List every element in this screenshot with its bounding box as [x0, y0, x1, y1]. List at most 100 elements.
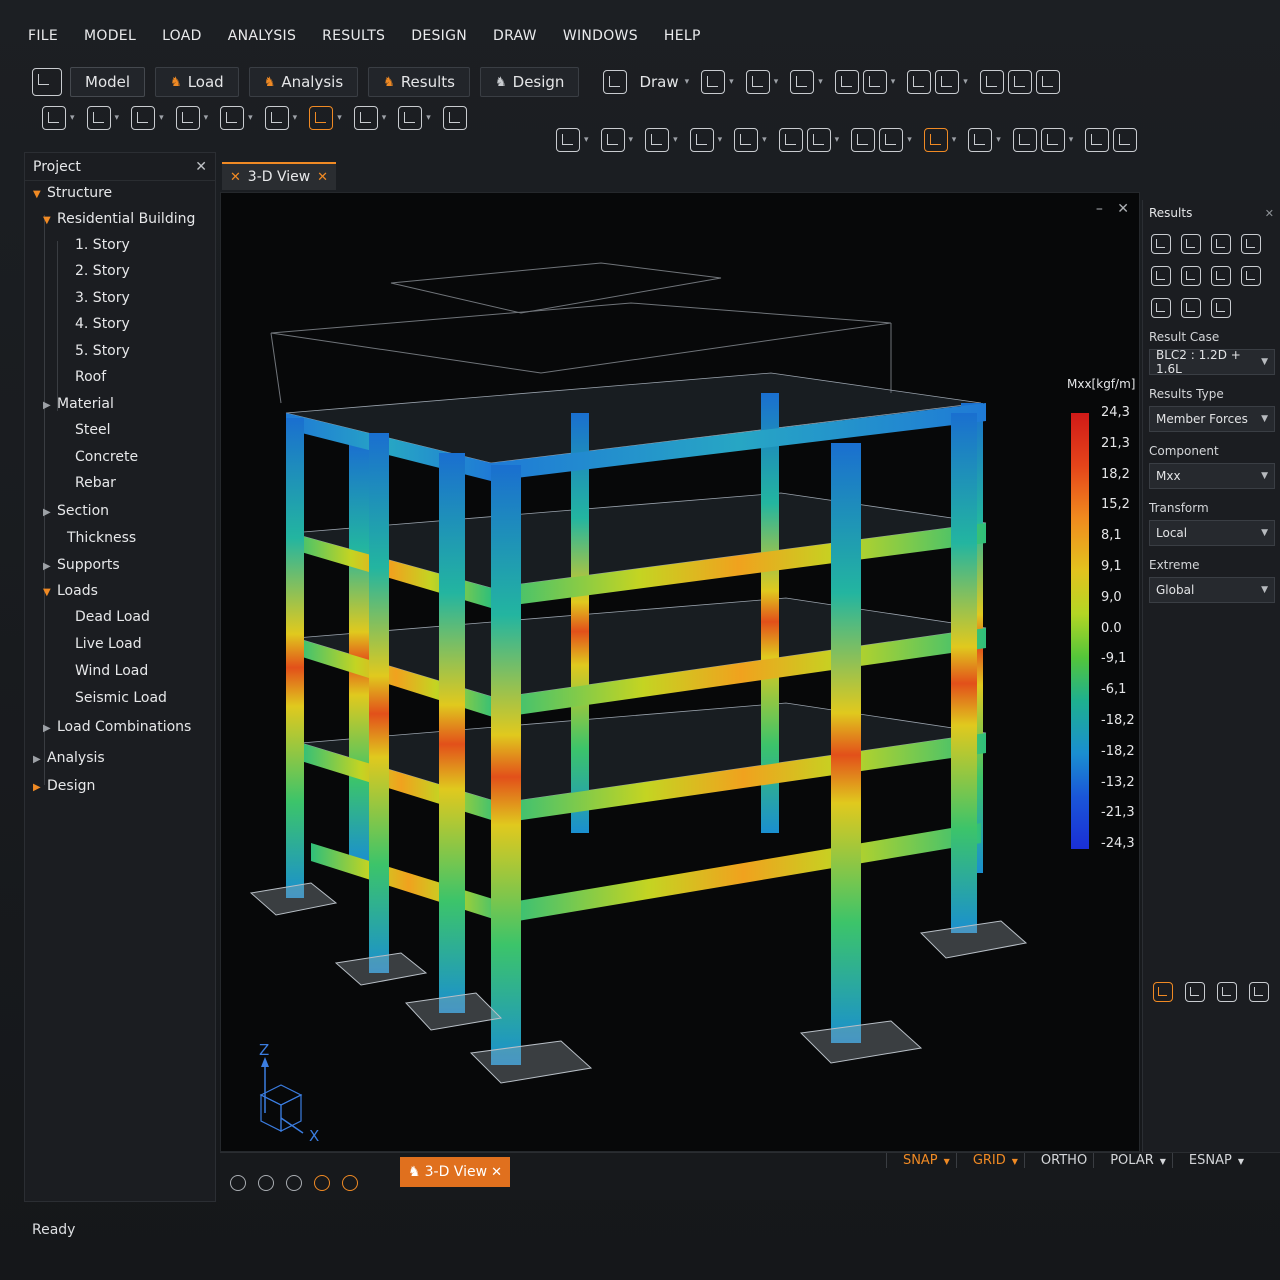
chevron-down-icon[interactable]: ▾: [963, 77, 968, 87]
tool-icon[interactable]: [1085, 128, 1110, 152]
menu-file[interactable]: FILE: [28, 26, 58, 56]
menu-design[interactable]: DESIGN: [411, 26, 467, 56]
component-select[interactable]: Mxx ▼: [1149, 463, 1275, 489]
close-icon[interactable]: ✕: [491, 1165, 502, 1180]
animate-icon[interactable]: [1211, 298, 1231, 318]
extreme-select[interactable]: Global ▼: [1149, 577, 1275, 603]
move-icon[interactable]: [398, 106, 423, 130]
load-tool-icon[interactable]: [309, 106, 334, 130]
close-icon[interactable]: ✕: [1265, 207, 1274, 220]
tool-icon[interactable]: [790, 70, 815, 94]
tree-item-roof[interactable]: Roof: [75, 369, 106, 385]
tool-icon[interactable]: [923, 128, 948, 152]
tool-icon[interactable]: [834, 70, 859, 94]
tool-icon[interactable]: [935, 70, 960, 94]
tool-icon[interactable]: [1007, 70, 1032, 94]
chevron-down-icon[interactable]: ▾: [1069, 135, 1074, 145]
menu-draw[interactable]: DRAW: [493, 26, 537, 56]
table-icon[interactable]: [1241, 266, 1261, 286]
tool-icon[interactable]: [968, 128, 993, 152]
view-cube-icon[interactable]: [342, 1175, 358, 1191]
menu-help[interactable]: HELP: [664, 26, 701, 56]
chevron-down-icon[interactable]: ▾: [762, 135, 767, 145]
chevron-down-icon[interactable]: ▾: [835, 135, 840, 145]
tree-item-wind-load[interactable]: Wind Load: [75, 663, 148, 679]
tree-item-concrete[interactable]: Concrete: [75, 449, 138, 465]
chevron-down-icon[interactable]: ▾: [115, 113, 120, 123]
chevron-down-icon[interactable]: ▾: [248, 113, 253, 123]
tree-item-dead-load[interactable]: Dead Load: [75, 609, 150, 625]
tool-icon[interactable]: [600, 128, 625, 152]
module-tab-analysis[interactable]: ♞ Analysis: [248, 67, 359, 97]
tool-icon[interactable]: [556, 128, 580, 152]
orbit-icon[interactable]: [230, 1175, 246, 1191]
module-tab-model[interactable]: Model: [70, 67, 146, 97]
close-icon[interactable]: ✕: [1117, 201, 1129, 217]
minimize-icon[interactable]: –: [1096, 201, 1103, 217]
tab-3d-view[interactable]: ✕ 3-D View ✕: [222, 162, 336, 190]
filter-icon[interactable]: [1249, 982, 1269, 1002]
menu-load[interactable]: LOAD: [162, 26, 202, 56]
column-icon[interactable]: [175, 106, 200, 130]
esnap-toggle[interactable]: ESNAP ▼: [1171, 1153, 1250, 1168]
draw-dropdown-icon[interactable]: ▾: [685, 77, 690, 87]
grid-toggle[interactable]: GRID ▼: [955, 1153, 1024, 1168]
transform-select[interactable]: Local ▼: [1149, 520, 1275, 546]
menu-analysis[interactable]: ANALYSIS: [228, 26, 296, 56]
tree-item-story-2[interactable]: 2. Story: [75, 263, 130, 279]
tree-item-story-1[interactable]: 1. Story: [75, 237, 130, 253]
chevron-down-icon[interactable]: ▾: [293, 113, 298, 123]
chevron-down-icon[interactable]: ▾: [907, 135, 912, 145]
tool-icon[interactable]: [734, 128, 759, 152]
tool-icon[interactable]: [1113, 128, 1138, 152]
fit-view-icon[interactable]: [314, 1175, 330, 1191]
tool-icon[interactable]: [862, 70, 887, 94]
mode-shape-icon[interactable]: [1211, 266, 1231, 286]
module-tab-results[interactable]: ♞ Results: [368, 67, 470, 97]
rotate-icon[interactable]: [442, 106, 467, 130]
tree-item-supports[interactable]: ▶ Supports: [43, 557, 120, 573]
stress-icon[interactable]: [1241, 234, 1261, 254]
tree-item-thickness[interactable]: Thickness: [67, 530, 136, 546]
plate-icon[interactable]: [220, 106, 245, 130]
member-force-icon[interactable]: [1211, 234, 1231, 254]
tool-icon[interactable]: [879, 128, 904, 152]
reaction-icon[interactable]: [1181, 234, 1201, 254]
module-tab-load[interactable]: ♞ Load: [155, 67, 239, 97]
module-tab-design[interactable]: ♞ Design: [479, 67, 580, 97]
result-case-select[interactable]: BLC2 : 1.2D + 1.6L ▼: [1149, 348, 1275, 376]
chevron-down-icon[interactable]: ▾: [159, 113, 164, 123]
tree-item-story-4[interactable]: 4. Story: [75, 316, 130, 332]
tool-icon[interactable]: [645, 128, 670, 152]
chevron-down-icon[interactable]: ▾: [818, 77, 823, 87]
tree-item-analysis[interactable]: ▶ Analysis: [33, 750, 105, 766]
snap-toggle[interactable]: SNAP ▼: [885, 1153, 956, 1168]
diagram-icon[interactable]: [1181, 266, 1201, 286]
3d-viewport[interactable]: – ✕ Mxx[kgf/m] 24,3 21,3 18,2 15,2 8,1 9…: [220, 192, 1140, 1152]
menu-windows[interactable]: WINDOWS: [563, 26, 638, 56]
tool-icon[interactable]: [701, 70, 726, 94]
tree-item-loads[interactable]: ▼ Loads: [43, 583, 98, 599]
pan-icon[interactable]: [258, 1175, 274, 1191]
tool-icon[interactable]: [745, 70, 770, 94]
tool-icon[interactable]: [907, 70, 932, 94]
tool-icon[interactable]: [979, 70, 1004, 94]
tree-item-section[interactable]: ▶ Section: [43, 503, 109, 519]
chevron-down-icon[interactable]: ▾: [891, 77, 896, 87]
support-icon[interactable]: [264, 106, 289, 130]
chevron-down-icon[interactable]: ▾: [673, 135, 678, 145]
tree-item-seismic-load[interactable]: Seismic Load: [75, 690, 167, 706]
beam-icon[interactable]: [131, 106, 156, 130]
chevron-down-icon[interactable]: ▾: [382, 113, 387, 123]
draw-tool-icon[interactable]: [603, 70, 628, 94]
export-icon[interactable]: [1153, 982, 1173, 1002]
menu-model[interactable]: MODEL: [84, 26, 136, 56]
plate-result-icon[interactable]: [1181, 298, 1201, 318]
chevron-down-icon[interactable]: ▾: [70, 113, 75, 123]
select-icon[interactable]: [42, 106, 66, 130]
tool-icon[interactable]: [851, 128, 876, 152]
chevron-down-icon[interactable]: ▾: [584, 135, 589, 145]
contour-icon[interactable]: [1151, 266, 1171, 286]
chevron-down-icon[interactable]: ▾: [204, 113, 209, 123]
bottom-tab-3d-view[interactable]: ♞ 3-D View ✕: [400, 1157, 510, 1187]
